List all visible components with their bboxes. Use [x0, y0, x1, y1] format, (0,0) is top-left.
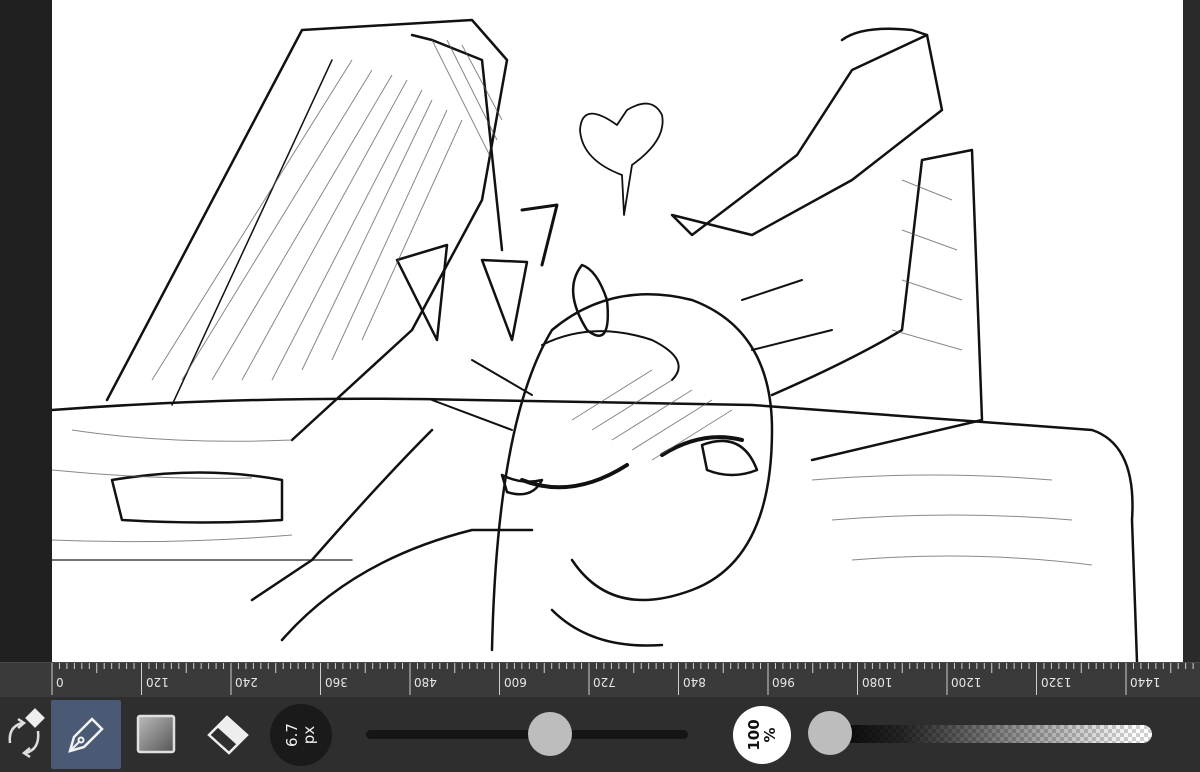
fill-tool[interactable] — [131, 709, 181, 759]
ruler-label: 240 — [235, 675, 258, 689]
brush-size-slider-track[interactable] — [366, 730, 688, 739]
ruler-label: 840 — [682, 675, 706, 689]
pen-tool[interactable] — [51, 700, 121, 769]
right-panel-edge — [1183, 0, 1200, 662]
square-gradient-icon — [136, 714, 176, 754]
eraser-tool[interactable] — [200, 707, 256, 761]
ruler-label: 1080 — [861, 675, 893, 689]
ruler-label: 960 — [772, 675, 795, 689]
brush-size-unit: px — [300, 725, 318, 745]
ruler-label: 1200 — [951, 675, 982, 689]
opacity-readout[interactable]: 100 % — [733, 706, 791, 764]
horizontal-ruler: 0 120 240 360 480 600 720 840 960 1080 1200 1320 144… — [0, 662, 1200, 697]
bottom-toolbar: 6.7 px 100 % — [0, 697, 1200, 772]
ruler-label: 360 — [324, 675, 348, 689]
opacity-value: 100 — [745, 719, 763, 751]
opacity-unit: % — [761, 727, 779, 743]
eraser-icon — [207, 715, 249, 755]
transform-rotate-tool[interactable] — [0, 703, 48, 767]
sketch-artwork — [52, 18, 1139, 662]
ruler-label: 0 — [56, 675, 64, 689]
brush-size-value: 6.7 — [283, 723, 301, 747]
opacity-gradient — [820, 725, 1152, 743]
brush-size-readout[interactable]: 6.7 px — [270, 704, 332, 766]
ruler-label: 1440 — [1130, 675, 1161, 689]
ruler-label: 120 — [145, 675, 169, 689]
brush-size-slider-thumb[interactable] — [527, 712, 572, 756]
opacity-slider-track[interactable] — [820, 725, 1152, 743]
ruler-label: 600 — [503, 675, 527, 689]
left-panel-edge — [0, 0, 52, 662]
drawing-canvas[interactable] — [52, 0, 1183, 662]
pen-nib-icon — [68, 716, 104, 753]
ruler-label: 1320 — [1040, 675, 1072, 689]
ruler-label: 720 — [593, 675, 616, 689]
rotate-arrows-icon — [8, 708, 45, 759]
opacity-slider-thumb[interactable] — [808, 711, 852, 755]
ruler-label: 480 — [414, 675, 437, 689]
